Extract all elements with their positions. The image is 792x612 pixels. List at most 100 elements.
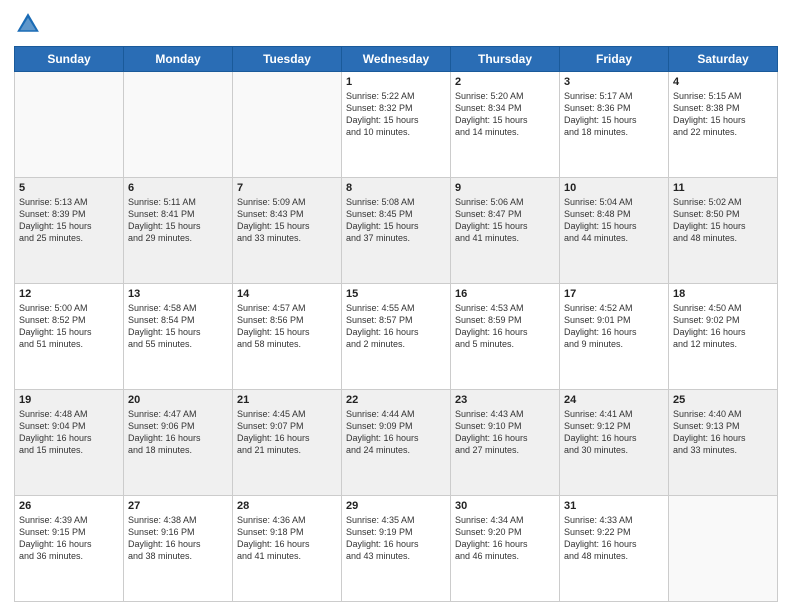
- day-info: Sunrise: 5:17 AM Sunset: 8:36 PM Dayligh…: [564, 90, 664, 139]
- day-info: Sunrise: 4:58 AM Sunset: 8:54 PM Dayligh…: [128, 302, 228, 351]
- day-number: 12: [19, 288, 119, 300]
- calendar-header-monday: Monday: [124, 47, 233, 72]
- day-number: 13: [128, 288, 228, 300]
- day-number: 22: [346, 394, 446, 406]
- calendar-cell: 4 Sunrise: 5:15 AM Sunset: 8:38 PM Daylig…: [669, 72, 778, 178]
- day-number: 1: [346, 76, 446, 88]
- day-number: 29: [346, 500, 446, 512]
- calendar-cell: 20 Sunrise: 4:47 AM Sunset: 9:06 PM Dayli…: [124, 390, 233, 496]
- calendar-header-tuesday: Tuesday: [233, 47, 342, 72]
- calendar-header-sunday: Sunday: [15, 47, 124, 72]
- day-info: Sunrise: 4:44 AM Sunset: 9:09 PM Dayligh…: [346, 408, 446, 457]
- calendar-header-saturday: Saturday: [669, 47, 778, 72]
- calendar-week-row: 12 Sunrise: 5:00 AM Sunset: 8:52 PM Dayli…: [15, 284, 778, 390]
- calendar-week-row: 19 Sunrise: 4:48 AM Sunset: 9:04 PM Dayli…: [15, 390, 778, 496]
- calendar-week-row: 5 Sunrise: 5:13 AM Sunset: 8:39 PM Daylig…: [15, 178, 778, 284]
- day-number: 20: [128, 394, 228, 406]
- day-info: Sunrise: 4:35 AM Sunset: 9:19 PM Dayligh…: [346, 514, 446, 563]
- calendar-cell: 26 Sunrise: 4:39 AM Sunset: 9:15 PM Dayli…: [15, 496, 124, 602]
- day-number: 15: [346, 288, 446, 300]
- calendar-cell: 12 Sunrise: 5:00 AM Sunset: 8:52 PM Dayli…: [15, 284, 124, 390]
- day-info: Sunrise: 5:02 AM Sunset: 8:50 PM Dayligh…: [673, 196, 773, 245]
- day-info: Sunrise: 5:22 AM Sunset: 8:32 PM Dayligh…: [346, 90, 446, 139]
- calendar-cell: 17 Sunrise: 4:52 AM Sunset: 9:01 PM Dayli…: [560, 284, 669, 390]
- day-number: 26: [19, 500, 119, 512]
- calendar-cell: 16Sunrise: 4:53 AM Sunset: 8:59 PM Dayli…: [451, 284, 560, 390]
- day-number: 21: [237, 394, 337, 406]
- day-number: 27: [128, 500, 228, 512]
- day-number: 30: [455, 500, 555, 512]
- day-number: 25: [673, 394, 773, 406]
- calendar-cell: 28 Sunrise: 4:36 AM Sunset: 9:18 PM Dayli…: [233, 496, 342, 602]
- calendar-week-row: 1 Sunrise: 5:22 AM Sunset: 8:32 PM Daylig…: [15, 72, 778, 178]
- day-info: Sunrise: 4:47 AM Sunset: 9:06 PM Dayligh…: [128, 408, 228, 457]
- day-info: Sunrise: 5:00 AM Sunset: 8:52 PM Dayligh…: [19, 302, 119, 351]
- day-info: Sunrise: 4:50 AM Sunset: 9:02 PM Dayligh…: [673, 302, 773, 351]
- day-number: 23: [455, 394, 555, 406]
- day-number: 17: [564, 288, 664, 300]
- calendar-cell: [15, 72, 124, 178]
- calendar-cell: 8Sunrise: 5:08 AM Sunset: 8:45 PM Daylig…: [342, 178, 451, 284]
- calendar-header-friday: Friday: [560, 47, 669, 72]
- day-info: Sunrise: 5:11 AM Sunset: 8:41 PM Dayligh…: [128, 196, 228, 245]
- day-info: Sunrise: 5:13 AM Sunset: 8:39 PM Dayligh…: [19, 196, 119, 245]
- day-info: Sunrise: 5:06 AM Sunset: 8:47 PM Dayligh…: [455, 196, 555, 245]
- day-info: Sunrise: 4:45 AM Sunset: 9:07 PM Dayligh…: [237, 408, 337, 457]
- day-info: Sunrise: 4:40 AM Sunset: 9:13 PM Dayligh…: [673, 408, 773, 457]
- calendar-cell: 13 Sunrise: 4:58 AM Sunset: 8:54 PM Dayli…: [124, 284, 233, 390]
- day-info: Sunrise: 5:15 AM Sunset: 8:38 PM Dayligh…: [673, 90, 773, 139]
- day-number: 7: [237, 182, 337, 194]
- day-number: 28: [237, 500, 337, 512]
- day-number: 5: [19, 182, 119, 194]
- calendar-cell: 11Sunrise: 5:02 AM Sunset: 8:50 PM Dayli…: [669, 178, 778, 284]
- calendar-cell: [124, 72, 233, 178]
- calendar-cell: 19 Sunrise: 4:48 AM Sunset: 9:04 PM Dayli…: [15, 390, 124, 496]
- calendar-cell: 7 Sunrise: 5:09 AM Sunset: 8:43 PM Daylig…: [233, 178, 342, 284]
- day-number: 4: [673, 76, 773, 88]
- day-info: Sunrise: 5:20 AM Sunset: 8:34 PM Dayligh…: [455, 90, 555, 139]
- day-number: 2: [455, 76, 555, 88]
- calendar-cell: 31Sunrise: 4:33 AM Sunset: 9:22 PM Dayli…: [560, 496, 669, 602]
- calendar-header-wednesday: Wednesday: [342, 47, 451, 72]
- calendar-cell: 27 Sunrise: 4:38 AM Sunset: 9:16 PM Dayli…: [124, 496, 233, 602]
- calendar-cell: 22 Sunrise: 4:44 AM Sunset: 9:09 PM Dayli…: [342, 390, 451, 496]
- day-info: Sunrise: 4:48 AM Sunset: 9:04 PM Dayligh…: [19, 408, 119, 457]
- calendar-table: SundayMondayTuesdayWednesdayThursdayFrid…: [14, 46, 778, 602]
- calendar-cell: 21 Sunrise: 4:45 AM Sunset: 9:07 PM Dayli…: [233, 390, 342, 496]
- calendar-cell: 2 Sunrise: 5:20 AM Sunset: 8:34 PM Daylig…: [451, 72, 560, 178]
- day-info: Sunrise: 4:36 AM Sunset: 9:18 PM Dayligh…: [237, 514, 337, 563]
- calendar-cell: 30 Sunrise: 4:34 AM Sunset: 9:20 PM Dayli…: [451, 496, 560, 602]
- day-info: Sunrise: 5:09 AM Sunset: 8:43 PM Dayligh…: [237, 196, 337, 245]
- day-number: 3: [564, 76, 664, 88]
- calendar-cell: [669, 496, 778, 602]
- calendar-cell: 10 Sunrise: 5:04 AM Sunset: 8:48 PM Dayli…: [560, 178, 669, 284]
- day-info: Sunrise: 4:34 AM Sunset: 9:20 PM Dayligh…: [455, 514, 555, 563]
- day-number: 19: [19, 394, 119, 406]
- calendar-cell: 25 Sunrise: 4:40 AM Sunset: 9:13 PM Dayli…: [669, 390, 778, 496]
- calendar-cell: 18 Sunrise: 4:50 AM Sunset: 9:02 PM Dayli…: [669, 284, 778, 390]
- day-number: 18: [673, 288, 773, 300]
- calendar-cell: 9 Sunrise: 5:06 AM Sunset: 8:47 PM Daylig…: [451, 178, 560, 284]
- day-number: 9: [455, 182, 555, 194]
- day-info: Sunrise: 4:38 AM Sunset: 9:16 PM Dayligh…: [128, 514, 228, 563]
- calendar-cell: 1 Sunrise: 5:22 AM Sunset: 8:32 PM Daylig…: [342, 72, 451, 178]
- day-info: Sunrise: 4:52 AM Sunset: 9:01 PM Dayligh…: [564, 302, 664, 351]
- day-info: Sunrise: 4:57 AM Sunset: 8:56 PM Dayligh…: [237, 302, 337, 351]
- calendar-cell: 14 Sunrise: 4:57 AM Sunset: 8:56 PM Dayli…: [233, 284, 342, 390]
- calendar-cell: 29 Sunrise: 4:35 AM Sunset: 9:19 PM Dayli…: [342, 496, 451, 602]
- calendar-header-thursday: Thursday: [451, 47, 560, 72]
- day-number: 10: [564, 182, 664, 194]
- day-number: 8: [346, 182, 446, 194]
- day-number: 31: [564, 500, 664, 512]
- day-number: 24: [564, 394, 664, 406]
- calendar-week-row: 26 Sunrise: 4:39 AM Sunset: 9:15 PM Dayli…: [15, 496, 778, 602]
- calendar-cell: 24Sunrise: 4:41 AM Sunset: 9:12 PM Dayli…: [560, 390, 669, 496]
- calendar-cell: [233, 72, 342, 178]
- day-number: 6: [128, 182, 228, 194]
- day-number: 14: [237, 288, 337, 300]
- logo-icon: [14, 10, 42, 38]
- day-info: Sunrise: 4:39 AM Sunset: 9:15 PM Dayligh…: [19, 514, 119, 563]
- day-info: Sunrise: 5:04 AM Sunset: 8:48 PM Dayligh…: [564, 196, 664, 245]
- day-info: Sunrise: 4:55 AM Sunset: 8:57 PM Dayligh…: [346, 302, 446, 351]
- page: SundayMondayTuesdayWednesdayThursdayFrid…: [0, 0, 792, 612]
